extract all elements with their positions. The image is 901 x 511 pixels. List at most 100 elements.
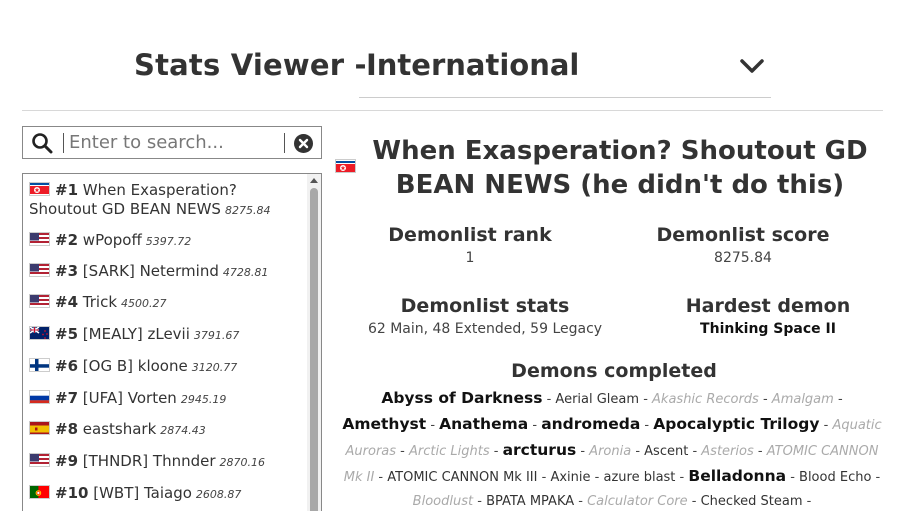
portugal-flag-icon bbox=[29, 485, 50, 499]
list-item[interactable]: #4 Trick 4500.27 bbox=[29, 293, 307, 313]
demon-link[interactable]: Amethyst bbox=[342, 415, 426, 433]
player-name: wPopoff bbox=[82, 231, 142, 249]
header-divider bbox=[22, 110, 883, 111]
list-item[interactable]: #3 [SARK] Netermind 4728.81 bbox=[29, 262, 307, 282]
player-name: [MEALY] zLevii bbox=[82, 325, 190, 343]
demon-separator: - bbox=[833, 392, 843, 407]
demon-link[interactable]: Abyss of Darkness bbox=[381, 389, 542, 407]
player-rank: #9 bbox=[55, 452, 79, 470]
demon-separator: - bbox=[758, 392, 772, 407]
player-rank: #3 bbox=[55, 262, 79, 280]
demon-link[interactable]: andromeda bbox=[541, 415, 640, 433]
demon-link[interactable]: Apocalyptic Trilogy bbox=[653, 415, 819, 433]
hardest-value[interactable]: Thinking Space II bbox=[663, 321, 873, 337]
player-name: When Exasperation? bbox=[82, 181, 237, 199]
player-score: 2945.19 bbox=[180, 393, 227, 406]
demon-separator: - bbox=[473, 494, 487, 509]
region-select[interactable]: International bbox=[359, 40, 771, 98]
demon-link[interactable]: Checked Steam bbox=[701, 494, 803, 509]
player-rank: #7 bbox=[55, 389, 79, 407]
player-title: When Exasperation? Shoutout GD BEAN NEWS… bbox=[372, 136, 868, 200]
usa-flag-icon bbox=[29, 232, 50, 246]
player-score: 4728.81 bbox=[222, 266, 269, 279]
stats-value: 62 Main, 48 Extended, 59 Legacy bbox=[367, 321, 603, 337]
player-name: [OG B] kloone bbox=[82, 357, 188, 375]
demon-separator: - bbox=[489, 444, 503, 459]
header: Stats Viewer - International bbox=[0, 0, 901, 110]
player-rank: #2 bbox=[55, 231, 79, 249]
clear-search-icon[interactable] bbox=[293, 133, 314, 154]
demon-separator: - bbox=[542, 392, 556, 407]
demon-separator: - bbox=[576, 444, 590, 459]
usa-flag-icon bbox=[29, 263, 50, 277]
player-score: 3791.67 bbox=[193, 329, 240, 342]
demon-separator: - bbox=[871, 470, 881, 485]
demon-link[interactable]: BPATA MPAKA bbox=[486, 494, 574, 509]
demon-link[interactable]: Axinie bbox=[550, 470, 590, 485]
demon-separator: - bbox=[639, 392, 653, 407]
demon-separator: - bbox=[396, 444, 409, 459]
search-icon[interactable] bbox=[31, 132, 53, 154]
player-rank: #5 bbox=[55, 325, 79, 343]
player-rank: #8 bbox=[55, 420, 79, 438]
scrollbar-thumb[interactable] bbox=[310, 188, 318, 511]
player-score: 2874.43 bbox=[160, 424, 206, 437]
player-rank: #10 bbox=[55, 484, 89, 502]
demon-link[interactable]: Arctic Lights bbox=[409, 444, 490, 459]
demon-separator: - bbox=[640, 418, 654, 433]
list-item[interactable]: #9 [THNDR] Thnnder 2870.16 bbox=[29, 452, 307, 472]
list-item[interactable]: #2 wPopoff 5397.72 bbox=[29, 231, 307, 251]
demon-link[interactable]: Aronia bbox=[589, 444, 631, 459]
demon-separator: - bbox=[537, 470, 551, 485]
list-item[interactable]: #1 When Exasperation? Shoutout GD BEAN N… bbox=[29, 181, 307, 220]
list-scrollbar[interactable] bbox=[307, 174, 321, 511]
demon-separator: - bbox=[688, 444, 702, 459]
player-name: [WBT] Taiago bbox=[93, 484, 192, 502]
usa-flag-icon bbox=[29, 294, 50, 308]
demon-link[interactable]: Bloodlust bbox=[413, 494, 473, 509]
player-rank: #4 bbox=[55, 293, 79, 311]
player-rank: #6 bbox=[55, 357, 79, 375]
player-score: 3120.77 bbox=[191, 361, 238, 374]
demon-separator: - bbox=[426, 418, 440, 433]
list-item[interactable]: #10 [WBT] Taiago 2608.87 bbox=[29, 484, 307, 504]
demon-link[interactable]: Aerial Gleam bbox=[555, 392, 639, 407]
player-score: 8275.84 bbox=[224, 204, 271, 217]
demon-link[interactable]: Amalgam bbox=[772, 392, 834, 407]
rank-label: Demonlist rank bbox=[388, 224, 552, 246]
demon-link[interactable]: arcturus bbox=[503, 441, 577, 459]
player-list: #1 When Exasperation? Shoutout GD BEAN N… bbox=[22, 173, 322, 511]
demon-link[interactable]: Belladonna bbox=[688, 467, 786, 485]
demon-separator: - bbox=[528, 418, 542, 433]
demon-separator: - bbox=[631, 444, 645, 459]
list-item[interactable]: #5 [MEALY] zLevii 3791.67 bbox=[29, 325, 307, 345]
demon-separator: - bbox=[687, 494, 701, 509]
demon-link[interactable]: azure blast bbox=[603, 470, 675, 485]
demon-link[interactable]: Calculator Core bbox=[587, 494, 688, 509]
usa-flag-icon bbox=[29, 453, 50, 467]
demon-separator: - bbox=[802, 494, 812, 509]
player-score: 4500.27 bbox=[121, 297, 167, 310]
scroll-up-icon[interactable] bbox=[310, 178, 318, 183]
demon-separator: - bbox=[675, 470, 689, 485]
north-korea-flag-icon bbox=[29, 182, 50, 196]
page-title: Stats Viewer - bbox=[134, 48, 367, 82]
demon-link[interactable]: Akashic Records bbox=[652, 392, 759, 407]
demon-link[interactable]: ATOMIC CANNON Mk III bbox=[387, 470, 537, 485]
list-item[interactable]: #8 eastshark 2874.43 bbox=[29, 420, 307, 440]
demon-separator: - bbox=[786, 470, 800, 485]
demon-link[interactable]: Anathema bbox=[439, 415, 528, 433]
rank-value: 1 bbox=[465, 250, 475, 266]
search-separator bbox=[63, 133, 64, 153]
list-item[interactable]: #6 [OG B] kloone 3120.77 bbox=[29, 357, 307, 377]
demon-link[interactable]: Blood Echo bbox=[799, 470, 871, 485]
score-value: 8275.84 bbox=[714, 250, 772, 266]
list-item[interactable]: #7 [UFA] Vorten 2945.19 bbox=[29, 389, 307, 409]
russia-flag-icon bbox=[29, 390, 50, 404]
player-name: [THNDR] Thnnder bbox=[82, 452, 216, 470]
search-input[interactable] bbox=[69, 129, 279, 156]
region-select-value: International bbox=[366, 48, 580, 82]
player-name: eastshark bbox=[82, 420, 157, 438]
demon-link[interactable]: Ascent bbox=[644, 444, 688, 459]
demon-link[interactable]: Asterios bbox=[701, 444, 753, 459]
